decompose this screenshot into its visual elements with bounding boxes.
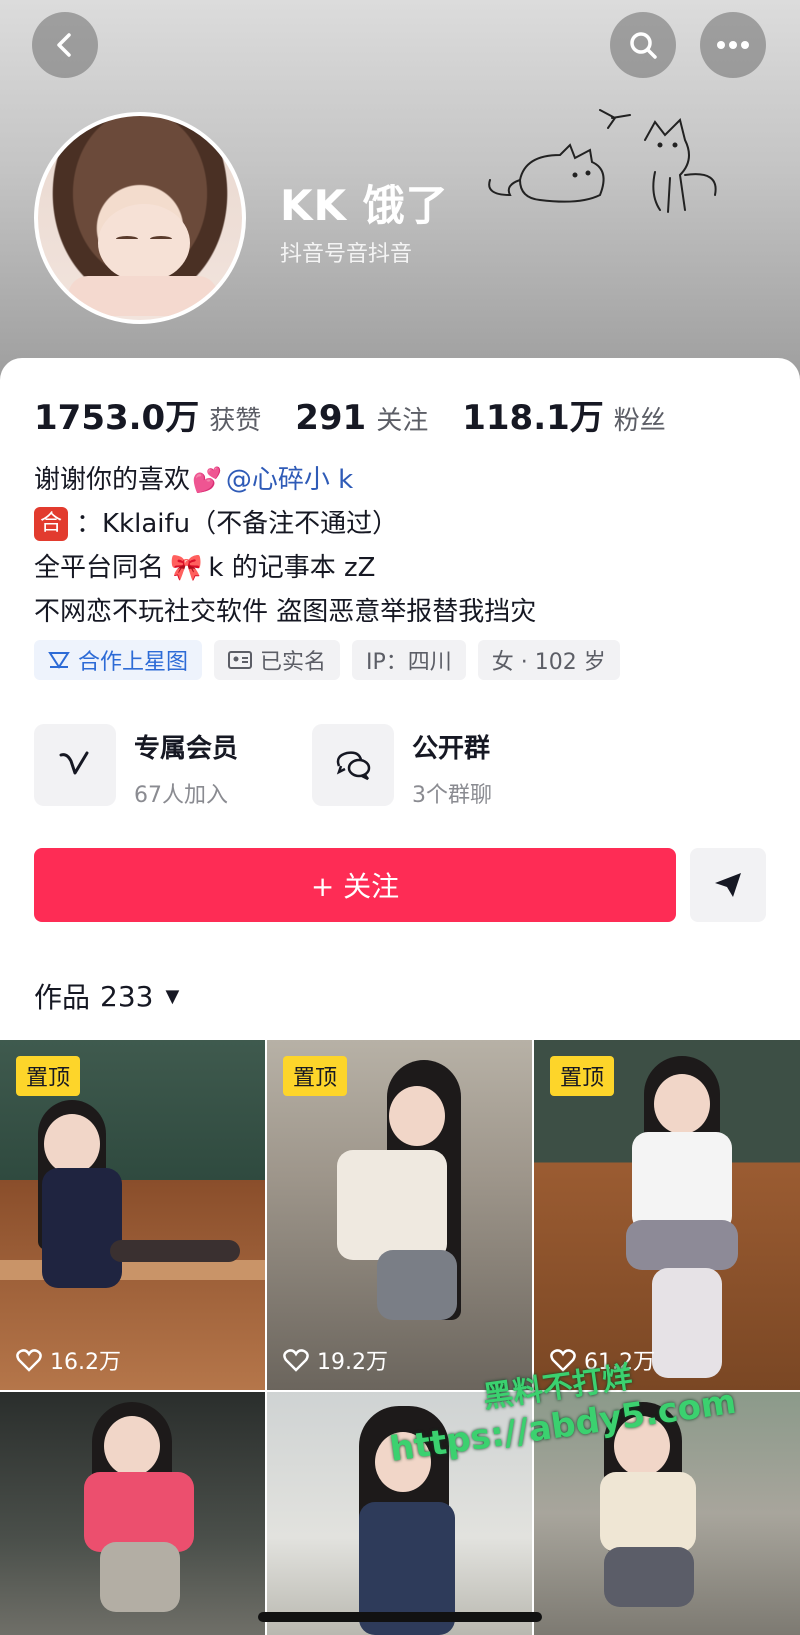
public-group-entry[interactable]: 公开群 3个群聊 — [312, 724, 492, 809]
stat-likes[interactable]: 1753.0万 获赞 — [34, 390, 261, 439]
figure-apron — [100, 1542, 180, 1612]
video-grid: 置顶 16.2万 置顶 19.2万 置顶 61.2万 — [0, 1040, 800, 1635]
group-icon-box — [312, 724, 394, 806]
group-title: 公开群 — [412, 734, 491, 764]
like-count-value: 19.2万 — [317, 1350, 388, 1375]
follow-button[interactable]: + 关注 — [34, 848, 676, 922]
bio-line-3b: k 的记事本 zZ — [208, 553, 376, 583]
vip-icon-box — [34, 724, 116, 806]
figure-body — [42, 1168, 122, 1288]
video-thumbnail[interactable] — [0, 1392, 265, 1635]
profile-header: KK 饿了 抖音号音抖音 — [0, 0, 800, 380]
chevron-left-icon — [57, 33, 71, 57]
pinned-badge: 置顶 — [16, 1056, 81, 1096]
bio: 谢谢你的喜欢 💕 @心碎小 k 合 ：Kklaifu（不备注不通过） 全平台同名… — [34, 458, 536, 634]
vip-membership-entry[interactable]: 专属会员 67人加入 — [34, 724, 238, 809]
like-count-value: 16.2万 — [50, 1350, 121, 1375]
tag-ip-label: IP：四川 — [366, 650, 452, 675]
works-tab[interactable]: 作品 233 ▼ — [34, 976, 179, 1016]
home-indicator[interactable] — [258, 1612, 542, 1622]
stat-followers-label: 粉丝 — [613, 406, 666, 436]
avatar-face — [98, 204, 190, 282]
vip-title: 专属会员 — [134, 734, 239, 764]
heart-icon — [283, 1349, 309, 1372]
figure-body — [84, 1472, 194, 1552]
tag-gender-age-label: 女 · 102 岁 — [491, 650, 606, 675]
figure-body — [600, 1472, 696, 1552]
search-icon — [630, 32, 657, 59]
douyin-id: 抖音号音抖音 — [280, 242, 413, 267]
figure-head — [654, 1074, 710, 1134]
avatar-hands — [68, 276, 218, 316]
stat-following-value: 291 — [295, 398, 367, 438]
pinned-badge: 置顶 — [550, 1056, 615, 1096]
works-count: 233 — [100, 979, 154, 1013]
video-thumbnail[interactable]: 置顶 19.2万 — [267, 1040, 532, 1390]
avatar[interactable] — [34, 112, 246, 324]
profile-card: 1753.0万 获赞 291 关注 118.1万 粉丝 谢谢你的喜欢 💕 @心碎… — [0, 358, 800, 1038]
works-label: 作品 — [34, 981, 91, 1014]
hearts-icon: 💕 — [192, 466, 222, 494]
share-button[interactable] — [690, 848, 766, 922]
ribbon-icon: 🎀 — [170, 553, 203, 583]
chat-bubbles-icon — [336, 751, 371, 781]
figure-skirt — [377, 1250, 457, 1320]
video-thumbnail[interactable]: 置顶 16.2万 — [0, 1040, 265, 1390]
figure-head — [44, 1114, 100, 1174]
pinned-badge: 置顶 — [283, 1056, 348, 1096]
figure-skirt — [626, 1220, 738, 1270]
he-badge-icon: 合 — [34, 507, 68, 541]
stat-likes-label: 获赞 — [209, 406, 262, 436]
figure-body — [337, 1150, 447, 1260]
bio-line-1: 谢谢你的喜欢 — [34, 465, 191, 495]
figure-skirt — [604, 1547, 694, 1607]
stat-followers[interactable]: 118.1万 粉丝 — [462, 390, 666, 439]
cat-doodle-icon — [488, 109, 717, 213]
like-count: 16.2万 — [16, 1344, 121, 1376]
stat-following[interactable]: 291 关注 — [295, 398, 428, 438]
back-button[interactable] — [32, 12, 98, 78]
tag-gender-age: 女 · 102 岁 — [477, 640, 620, 680]
heart-icon — [16, 1349, 42, 1372]
mention-link[interactable]: @心碎小 k — [226, 458, 353, 502]
tag-verified-label: 已实名 — [260, 650, 327, 675]
figure-body — [632, 1132, 732, 1232]
bio-line-2: ：Kklaifu（不备注不通过） — [76, 509, 399, 539]
nickname: KK 饿了 — [280, 181, 449, 230]
stat-followers-value: 118.1万 — [462, 398, 604, 438]
stat-following-label: 关注 — [376, 406, 429, 436]
stats-row: 1753.0万 获赞 291 关注 118.1万 粉丝 — [34, 390, 700, 439]
tag-ip: IP：四川 — [352, 640, 466, 680]
avatar-eye-right — [150, 236, 172, 242]
more-icon — [717, 41, 749, 49]
group-subtitle: 3个群聊 — [412, 783, 492, 808]
caret-down-icon: ▼ — [165, 985, 180, 1007]
send-icon — [715, 873, 741, 897]
figure-head — [104, 1416, 160, 1476]
vip-v-icon — [59, 751, 89, 775]
more-button[interactable] — [700, 12, 766, 78]
star-map-icon — [48, 652, 70, 669]
bio-line-4: 不网恋不玩社交软件 盗图恶意举报替我挡灾 — [34, 597, 537, 627]
bio-line-3a: 全平台同名 — [34, 553, 165, 583]
like-count: 19.2万 — [283, 1344, 388, 1376]
id-card-icon — [228, 651, 253, 669]
avatar-eye-left — [116, 236, 138, 242]
stat-likes-value: 1753.0万 — [34, 398, 200, 438]
vip-subtitle: 67人加入 — [134, 783, 228, 808]
figure-head — [389, 1086, 445, 1146]
tag-row: 合作上星图 已实名 IP：四川 女 · 102 岁 — [34, 640, 632, 680]
tag-star-map-label: 合作上星图 — [78, 650, 189, 675]
tag-star-map[interactable]: 合作上星图 — [34, 640, 203, 680]
video-thumbnail[interactable]: 置顶 61.2万 — [534, 1040, 800, 1390]
figure-legs — [110, 1240, 240, 1262]
tag-verified[interactable]: 已实名 — [214, 640, 341, 680]
search-button[interactable] — [610, 12, 676, 78]
